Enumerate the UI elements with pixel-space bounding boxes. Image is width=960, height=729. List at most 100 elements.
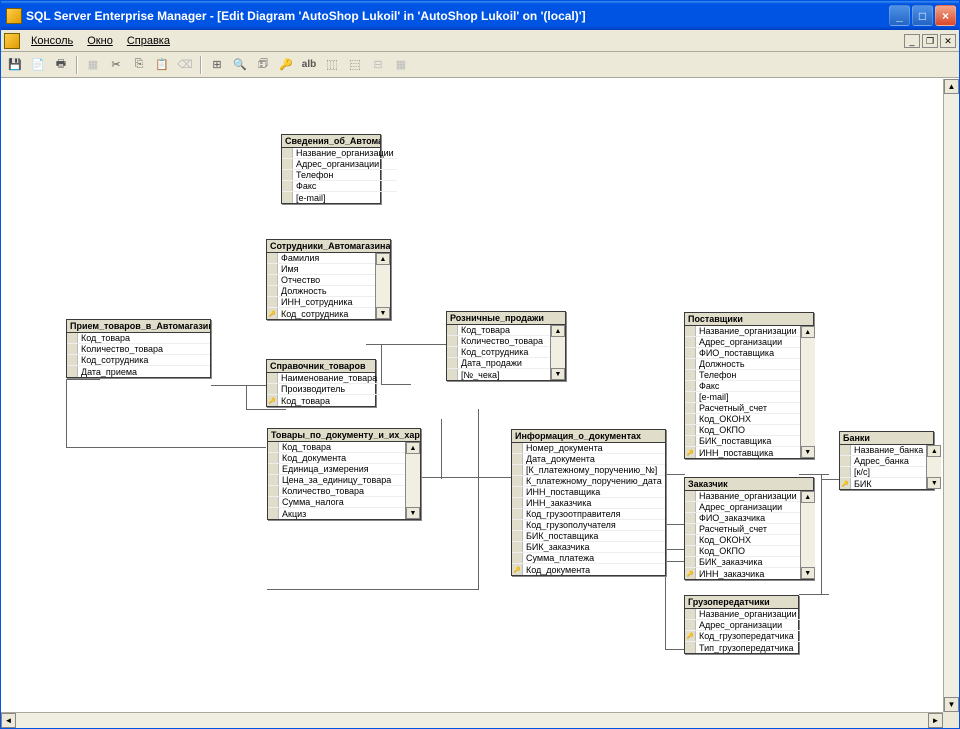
table-column-row[interactable]: Сумма_налога [268,497,405,508]
vertical-scrollbar[interactable]: ▲ ▼ [943,79,959,712]
table-column-row[interactable]: Имя [267,264,375,275]
table-column-row[interactable]: Адрес_организации [685,502,800,513]
table-scrollbar[interactable]: ▲▼ [800,491,815,579]
table-column-row[interactable]: БИК_поставщика [685,436,800,447]
table-column-row[interactable]: Код_документа [268,453,405,464]
table-column-row[interactable]: Телефон [685,370,800,381]
table-column-row[interactable]: Единица_измерения [268,464,405,475]
table-column-row[interactable]: Производитель [267,384,380,395]
delete-icon[interactable]: ⌫ [175,55,195,75]
view-icon[interactable]: ⿲ [322,55,342,75]
table-column-row[interactable]: ИНН_заказчика [685,568,800,579]
table-column-row[interactable]: Акциз [268,508,405,519]
titlebar[interactable]: SQL Server Enterprise Manager - [Edit Di… [1,1,959,30]
table-column-row[interactable]: Название_организации [282,148,397,159]
table-spravochnik[interactable]: Справочник_товаров Наименование_товараПр… [266,359,376,407]
table-column-row[interactable]: Дата_приема [67,366,210,377]
table-column-row[interactable]: Код_товара [67,333,210,344]
minimize-button[interactable]: _ [889,5,910,26]
table-column-row[interactable]: Дата_документа [512,454,665,465]
zoom-text[interactable]: alb [299,55,319,75]
table-column-row[interactable]: Адрес_организации [282,159,397,170]
table-column-row[interactable]: [№_чека] [447,369,550,380]
cut-icon[interactable]: ✂ [106,55,126,75]
table-postavshiki[interactable]: Поставщики Название_организацииАдрес_орг… [684,312,814,459]
table-column-row[interactable]: Код_товара [447,325,550,336]
table-column-row[interactable]: БИК_заказчика [512,542,665,553]
table-column-row[interactable]: Расчетный_счет [685,403,800,414]
table-tovary-doc[interactable]: Товары_по_документу_и_их_хар: Код_товара… [267,428,421,520]
table-scrollbar[interactable]: ▲ ▼ [375,253,390,319]
table-column-row[interactable]: БИК_заказчика [685,557,800,568]
table-column-row[interactable]: К_платежному_поручению_дата [512,476,665,487]
table-column-row[interactable]: Количество_товара [268,486,405,497]
table-zakazchik[interactable]: Заказчик Название_организацииАдрес_орган… [684,477,814,580]
table-scrollbar[interactable]: ▲▼ [800,326,815,458]
table-column-row[interactable]: Адрес_организации [685,337,800,348]
pagebreak-icon[interactable]: ⊟ [368,55,388,75]
find-icon[interactable]: 🔍 [230,55,250,75]
scroll-up-icon[interactable]: ▲ [944,79,959,94]
table-column-row[interactable]: Расчетный_счет [685,524,800,535]
scroll-left-icon[interactable]: ◄ [1,713,16,728]
table-column-row[interactable]: Номер_документа [512,443,665,454]
menu-window[interactable]: Окно [80,33,120,49]
table-column-row[interactable]: Тип_грузопередатчика [685,642,800,653]
table-column-row[interactable]: Факс [685,381,800,392]
table-column-row[interactable]: Цена_за_единицу_товара [268,475,405,486]
table-column-row[interactable]: [к/с] [840,467,926,478]
scroll-up-icon[interactable]: ▲ [927,445,941,457]
table-column-row[interactable]: Количество_товара [447,336,550,347]
properties-icon[interactable]: 📄 [28,55,48,75]
scroll-down-icon[interactable]: ▼ [801,446,815,458]
table-column-row[interactable]: Название_организации [685,491,800,502]
scroll-down-icon[interactable]: ▼ [376,307,390,319]
scroll-track[interactable] [16,713,928,728]
table-column-row[interactable]: Название_банка [840,445,926,456]
scroll-up-icon[interactable]: ▲ [551,325,565,337]
scroll-down-icon[interactable]: ▼ [927,477,941,489]
table-column-row[interactable]: Код_ОКОНХ [685,414,800,425]
annotation-icon[interactable]: 🗊 [253,55,273,75]
table-column-row[interactable]: Должность [267,286,375,297]
table-column-row[interactable]: Код_ОКОНХ [685,535,800,546]
new-table-icon[interactable]: ▦ [83,55,103,75]
scroll-down-icon[interactable]: ▼ [406,507,420,519]
scroll-up-icon[interactable]: ▲ [801,491,815,503]
table-column-row[interactable]: БИК [840,478,926,489]
mdi-close-button[interactable]: ✕ [940,34,956,48]
table-column-row[interactable]: Сумма_платежа [512,553,665,564]
grid-icon[interactable]: ▦ [391,55,411,75]
table-column-row[interactable]: Код_грузоотправителя [512,509,665,520]
add-table-icon[interactable]: ⊞ [207,55,227,75]
table-column-row[interactable]: [К_платежному_поручению_№] [512,465,665,476]
table-roznica[interactable]: Розничные_продажи Код_товараКоличество_т… [446,311,566,381]
scroll-track[interactable] [944,94,959,697]
table-column-row[interactable]: Количество_товара [67,344,210,355]
table-column-row[interactable]: БИК_поставщика [512,531,665,542]
close-button[interactable]: × [935,5,956,26]
save-icon[interactable]: 💾 [5,55,25,75]
table-column-row[interactable]: Код_ОКПО [685,546,800,557]
table-sotrudniki[interactable]: Сотрудники_Автомагазина ФамилияИмяОтчест… [266,239,391,320]
table-priem[interactable]: Прием_товаров_в_Автомагазин Код_товараКо… [66,319,211,378]
table-column-row[interactable]: [e-mail] [282,192,397,203]
table-column-row[interactable]: Название_организации [685,326,800,337]
scroll-down-icon[interactable]: ▼ [944,697,959,712]
horizontal-scrollbar[interactable]: ◄ ► [1,712,943,728]
table-column-row[interactable]: Код_сотрудника [447,347,550,358]
table-column-row[interactable]: Код_товара [267,395,380,406]
scroll-down-icon[interactable]: ▼ [551,368,565,380]
table-banki[interactable]: Банки Название_банкаАдрес_банка[к/с]БИК … [839,431,934,490]
table-column-row[interactable]: Должность [685,359,800,370]
table-column-row[interactable]: ИНН_поставщика [685,447,800,458]
table-column-row[interactable]: Название_организации [685,609,800,620]
table-column-row[interactable]: Код_сотрудника [267,308,375,319]
scroll-up-icon[interactable]: ▲ [801,326,815,338]
table-svedeniya[interactable]: Сведения_об_Автомага: Название_организац… [281,134,381,204]
table-column-row[interactable]: ФИО_поставщика [685,348,800,359]
table-column-row[interactable]: Адрес_организации [685,620,800,631]
print-icon[interactable]: 🖶 [51,55,71,75]
key-icon[interactable]: 🔑 [276,55,296,75]
table-scrollbar[interactable]: ▲▼ [550,325,565,380]
